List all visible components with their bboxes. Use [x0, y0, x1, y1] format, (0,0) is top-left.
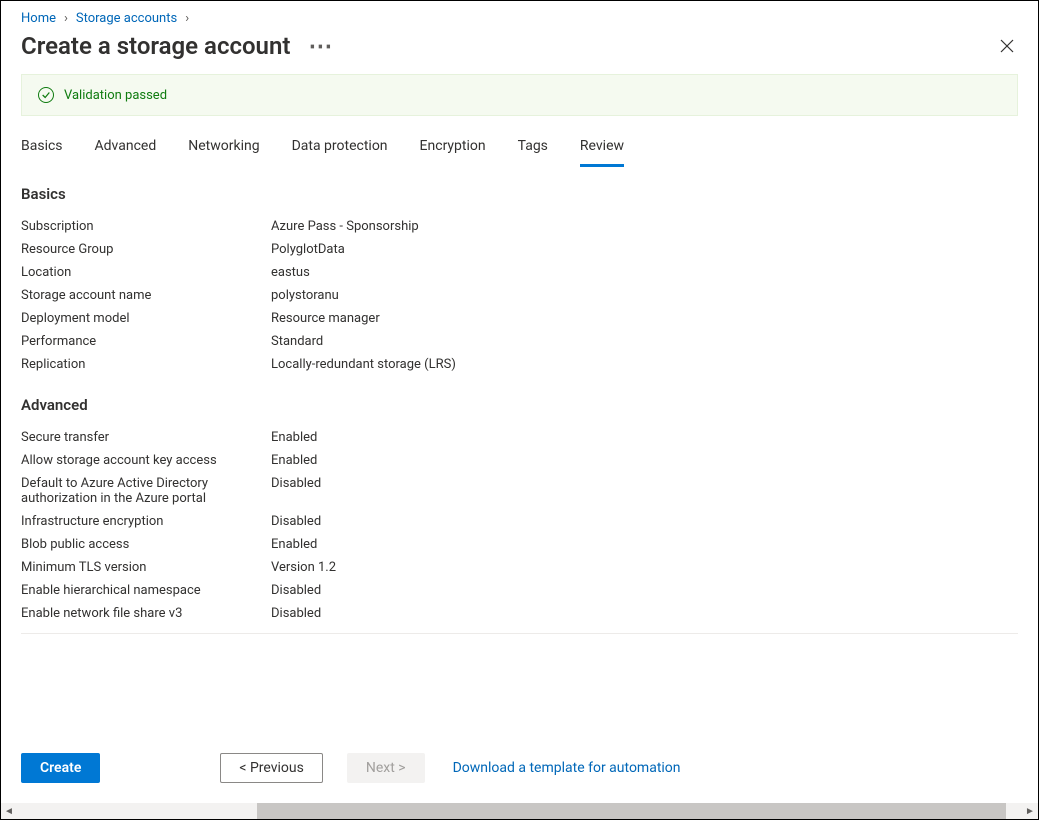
- tab-advanced[interactable]: Advanced: [95, 132, 157, 167]
- more-actions-icon[interactable]: ⋯: [308, 32, 334, 60]
- label-nfs: Enable network file share v3: [21, 606, 271, 621]
- value-resource-group: PolyglotData: [271, 242, 345, 257]
- label-replication: Replication: [21, 357, 271, 372]
- section-title-advanced: Advanced: [21, 396, 1018, 414]
- page-title-text: Create a storage account: [21, 32, 290, 60]
- validation-message: Validation passed: [64, 88, 167, 103]
- value-key-access: Enabled: [271, 453, 317, 468]
- tab-data-protection[interactable]: Data protection: [292, 132, 388, 167]
- row-replication: Replication Locally-redundant storage (L…: [21, 353, 1018, 376]
- close-icon: [1000, 39, 1014, 53]
- label-aad-default: Default to Azure Active Directory author…: [21, 476, 271, 506]
- value-secure-transfer: Enabled: [271, 430, 317, 445]
- label-performance: Performance: [21, 334, 271, 349]
- check-circle-icon: [38, 87, 54, 103]
- scroll-thumb[interactable]: [257, 803, 1006, 819]
- previous-button[interactable]: < Previous: [220, 753, 322, 783]
- row-secure-transfer: Secure transfer Enabled: [21, 426, 1018, 449]
- row-deployment-model: Deployment model Resource manager: [21, 307, 1018, 330]
- value-performance: Standard: [271, 334, 323, 349]
- scroll-left-arrow-icon[interactable]: ◄: [1, 803, 17, 819]
- close-button[interactable]: [996, 35, 1018, 57]
- label-blob-public: Blob public access: [21, 537, 271, 552]
- value-location: eastus: [271, 265, 310, 280]
- chevron-right-icon: ›: [185, 11, 189, 26]
- section-title-basics: Basics: [21, 185, 1018, 203]
- label-infra-encryption: Infrastructure encryption: [21, 514, 271, 529]
- row-subscription: Subscription Azure Pass - Sponsorship: [21, 215, 1018, 238]
- label-resource-group: Resource Group: [21, 242, 271, 257]
- tab-tags[interactable]: Tags: [518, 132, 548, 167]
- label-subscription: Subscription: [21, 219, 271, 234]
- label-storage-account-name: Storage account name: [21, 288, 271, 303]
- breadcrumb-home[interactable]: Home: [21, 11, 56, 26]
- section-divider: [21, 633, 1018, 634]
- row-key-access: Allow storage account key access Enabled: [21, 449, 1018, 472]
- value-aad-default: Disabled: [271, 476, 321, 491]
- review-content-scroll[interactable]: Basics Subscription Azure Pass - Sponsor…: [1, 177, 1038, 737]
- value-infra-encryption: Disabled: [271, 514, 321, 529]
- chevron-right-icon: ›: [64, 11, 68, 26]
- create-button[interactable]: Create: [21, 753, 100, 783]
- label-tls: Minimum TLS version: [21, 560, 271, 575]
- value-tls: Version 1.2: [271, 560, 336, 575]
- label-secure-transfer: Secure transfer: [21, 430, 271, 445]
- value-nfs: Disabled: [271, 606, 321, 621]
- label-deployment-model: Deployment model: [21, 311, 271, 326]
- row-blob-public: Blob public access Enabled: [21, 533, 1018, 556]
- row-resource-group: Resource Group PolyglotData: [21, 238, 1018, 261]
- row-tls: Minimum TLS version Version 1.2: [21, 556, 1018, 579]
- value-subscription: Azure Pass - Sponsorship: [271, 219, 419, 234]
- page-title: Create a storage account ⋯: [21, 32, 334, 60]
- label-location: Location: [21, 265, 271, 280]
- row-aad-default: Default to Azure Active Directory author…: [21, 472, 1018, 510]
- scroll-track[interactable]: [17, 803, 1022, 819]
- wizard-tabs: Basics Advanced Networking Data protecti…: [1, 132, 1038, 167]
- row-infra-encryption: Infrastructure encryption Disabled: [21, 510, 1018, 533]
- row-location: Location eastus: [21, 261, 1018, 284]
- horizontal-scrollbar[interactable]: ◄ ►: [1, 803, 1038, 819]
- wizard-footer: Create < Previous Next > Download a temp…: [1, 737, 1038, 803]
- row-hns: Enable hierarchical namespace Disabled: [21, 579, 1018, 602]
- breadcrumb-storage-accounts[interactable]: Storage accounts: [76, 11, 177, 26]
- label-key-access: Allow storage account key access: [21, 453, 271, 468]
- next-button: Next >: [347, 753, 425, 783]
- breadcrumb: Home › Storage accounts ›: [1, 1, 1038, 28]
- row-nfs: Enable network file share v3 Disabled: [21, 602, 1018, 625]
- tab-review[interactable]: Review: [580, 132, 624, 167]
- value-hns: Disabled: [271, 583, 321, 598]
- tab-basics[interactable]: Basics: [21, 132, 63, 167]
- label-hns: Enable hierarchical namespace: [21, 583, 271, 598]
- row-storage-account-name: Storage account name polystoranu: [21, 284, 1018, 307]
- value-replication: Locally-redundant storage (LRS): [271, 357, 456, 372]
- tab-networking[interactable]: Networking: [188, 132, 259, 167]
- validation-banner: Validation passed: [21, 74, 1018, 116]
- row-performance: Performance Standard: [21, 330, 1018, 353]
- value-storage-account-name: polystoranu: [271, 288, 339, 303]
- scroll-right-arrow-icon[interactable]: ►: [1022, 803, 1038, 819]
- value-blob-public: Enabled: [271, 537, 317, 552]
- download-template-link[interactable]: Download a template for automation: [453, 760, 681, 776]
- tab-encryption[interactable]: Encryption: [420, 132, 486, 167]
- value-deployment-model: Resource manager: [271, 311, 380, 326]
